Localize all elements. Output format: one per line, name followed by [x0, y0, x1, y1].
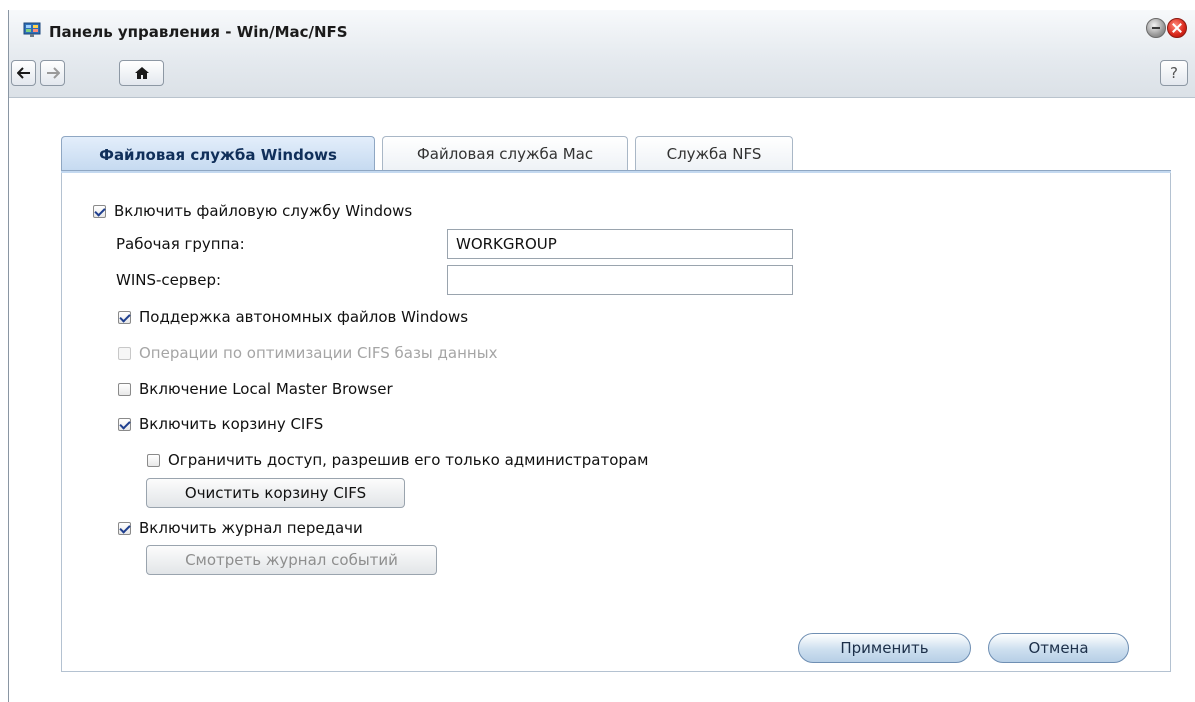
forward-arrow-icon — [46, 67, 60, 79]
offline-files-row[interactable]: Поддержка автономных файлов Windows — [118, 308, 468, 326]
workgroup-input[interactable] — [447, 229, 793, 259]
local-master-checkbox[interactable] — [118, 382, 131, 396]
recycle-bin-label: Включить корзину CIFS — [139, 415, 324, 433]
workgroup-row: Рабочая группа: — [116, 235, 245, 253]
apply-button[interactable]: Применить — [798, 633, 971, 663]
cifs-db-checkbox — [118, 346, 131, 360]
enable-windows-label: Включить файловую службу Windows — [114, 202, 413, 220]
transfer-log-checkbox[interactable] — [118, 521, 131, 535]
recycle-bin-checkbox[interactable] — [118, 417, 131, 431]
wins-server-input[interactable] — [447, 265, 793, 295]
transfer-log-row[interactable]: Включить журнал передачи — [118, 519, 363, 537]
home-icon — [134, 66, 150, 80]
wins-label: WINS-сервер: — [116, 271, 222, 289]
restrict-admin-row[interactable]: Ограничить доступ, разрешив его только а… — [147, 451, 648, 469]
tab-mac-file-service[interactable]: Файловая служба Mac — [382, 136, 628, 170]
workgroup-label: Рабочая группа: — [116, 235, 245, 253]
control-panel-icon — [23, 22, 41, 38]
windows-service-panel: Включить файловую службу Windows Рабочая… — [61, 173, 1171, 672]
close-icon[interactable] — [1167, 18, 1187, 38]
local-master-label: Включение Local Master Browser — [139, 380, 393, 398]
cancel-button[interactable]: Отмена — [988, 633, 1129, 663]
back-button[interactable] — [11, 60, 36, 86]
help-button[interactable]: ? — [1160, 60, 1188, 86]
tab-windows-file-service[interactable]: Файловая служба Windows — [61, 136, 375, 172]
wins-row: WINS-сервер: — [116, 271, 221, 289]
view-event-log-button[interactable]: Смотреть журнал событий — [146, 545, 437, 575]
forward-button[interactable] — [40, 60, 65, 86]
back-arrow-icon — [16, 67, 31, 79]
cifs-db-row: Операции по оптимизации CIFS базы данных — [118, 344, 497, 362]
cifs-db-label: Операции по оптимизации CIFS базы данных — [139, 344, 498, 362]
main-content: Файловая служба Windows Файловая служба … — [9, 99, 1195, 702]
transfer-log-label: Включить журнал передачи — [139, 519, 363, 537]
tab-bar: Файловая служба Windows Файловая служба … — [61, 136, 1171, 172]
offline-files-label: Поддержка автономных файлов Windows — [139, 308, 469, 326]
minimize-icon[interactable] — [1146, 18, 1166, 38]
tab-nfs-service[interactable]: Служба NFS — [635, 136, 793, 170]
window-title: Панель управления - Win/Mac/NFS — [49, 23, 348, 41]
restrict-admin-checkbox[interactable] — [147, 453, 160, 467]
enable-windows-row[interactable]: Включить файловую службу Windows — [93, 202, 412, 220]
recycle-bin-row[interactable]: Включить корзину CIFS — [118, 415, 323, 433]
control-panel-window: Панель управления - Win/Mac/NFS ? Файлов… — [8, 10, 1195, 702]
local-master-row[interactable]: Включение Local Master Browser — [118, 380, 393, 398]
restrict-admin-label: Ограничить доступ, разрешив его только а… — [168, 451, 649, 469]
home-button[interactable] — [119, 60, 164, 86]
clear-recycle-bin-button[interactable]: Очистить корзину CIFS — [146, 478, 405, 508]
offline-files-checkbox[interactable] — [118, 310, 131, 324]
title-bar: Панель управления - Win/Mac/NFS ? — [9, 10, 1195, 98]
enable-windows-checkbox[interactable] — [93, 204, 106, 218]
